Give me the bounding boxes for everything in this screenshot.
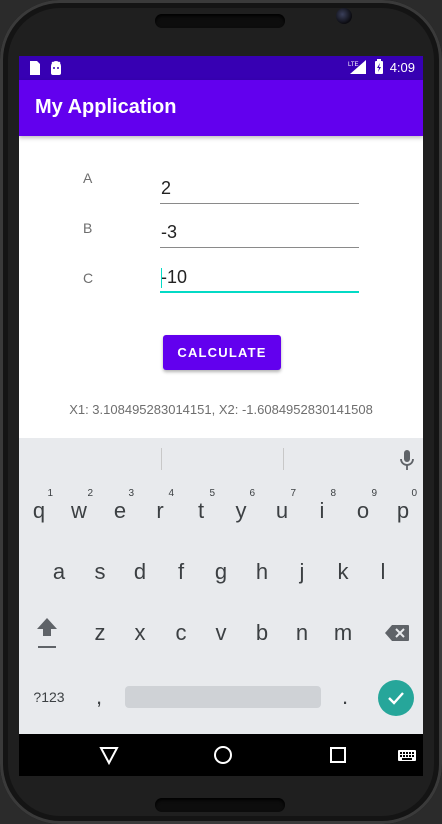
suggestion-divider (283, 448, 284, 470)
bottom-speaker (155, 798, 285, 812)
key-label: p (396, 498, 410, 523)
soft-keyboard: q1 w2 e3 r4 t5 y6 u7 i8 o9 p0 a s d f g … (19, 438, 423, 734)
key-hint: 6 (249, 488, 255, 499)
key-hint: 3 (128, 488, 134, 499)
key-i[interactable]: i8 (302, 486, 342, 536)
text-cursor (161, 268, 162, 288)
app-title: My Application (35, 96, 177, 118)
period-key[interactable]: . (325, 672, 365, 722)
field-label-c: C (83, 270, 94, 286)
key-label: u (275, 498, 289, 523)
key-q[interactable]: q1 (19, 486, 59, 536)
key-c[interactable]: c (161, 608, 201, 658)
key-hint: 5 (209, 488, 215, 499)
key-label: i (319, 498, 325, 523)
status-time: 4:09 (389, 59, 415, 75)
key-f[interactable]: f (161, 547, 201, 597)
status-bar: LTE 4:09 (19, 56, 423, 80)
key-w[interactable]: w2 (59, 486, 99, 536)
key-m[interactable]: m (323, 608, 363, 658)
keyboard-switch-icon[interactable] (397, 745, 417, 765)
key-label: e (113, 498, 127, 523)
key-u[interactable]: u7 (262, 486, 302, 536)
checkmark-icon (388, 692, 404, 705)
key-j[interactable]: j (282, 547, 322, 597)
battery-charging-icon (374, 59, 383, 74)
symbols-key[interactable]: ?123 (29, 672, 69, 722)
key-h[interactable]: h (242, 547, 282, 597)
microphone-icon[interactable] (399, 449, 415, 471)
key-label: t (197, 498, 205, 523)
front-camera (336, 8, 352, 24)
field-input-b[interactable]: -3 (160, 218, 359, 248)
key-hint: 1 (47, 488, 53, 499)
keyboard-suggestion-bar (19, 438, 423, 480)
key-n[interactable]: n (282, 608, 322, 658)
backspace-key[interactable] (377, 608, 417, 658)
key-s[interactable]: s (80, 547, 120, 597)
spacebar[interactable] (125, 686, 321, 708)
key-hint: 7 (290, 488, 296, 499)
key-r[interactable]: r4 (140, 486, 180, 536)
back-icon[interactable] (99, 745, 119, 765)
shift-icon (37, 618, 57, 648)
key-label: r (156, 498, 164, 523)
phone-frame: LTE 4:09 My Application A 2 B -3 C -10 C… (0, 0, 442, 824)
key-e[interactable]: e3 (100, 486, 140, 536)
key-hint: 4 (168, 488, 174, 499)
key-v[interactable]: v (201, 608, 241, 658)
key-label: w (71, 498, 87, 523)
field-input-c[interactable]: -10 (160, 263, 359, 293)
key-x[interactable]: x (120, 608, 160, 658)
calculate-button[interactable]: CALCULATE (163, 335, 281, 370)
app-bar: My Application (19, 80, 423, 136)
key-g[interactable]: g (201, 547, 241, 597)
shift-key[interactable] (27, 608, 67, 658)
key-b[interactable]: b (242, 608, 282, 658)
key-p[interactable]: p0 (383, 486, 423, 536)
key-hint: 9 (371, 488, 377, 499)
key-a[interactable]: a (39, 547, 79, 597)
android-debug-icon (51, 61, 61, 75)
field-label-a: A (83, 170, 93, 186)
field-label-b: B (83, 220, 93, 236)
home-icon[interactable] (213, 745, 233, 765)
key-y[interactable]: y6 (221, 486, 261, 536)
key-o[interactable]: o9 (343, 486, 383, 536)
enter-key[interactable] (378, 680, 414, 716)
key-label: q (32, 498, 46, 523)
key-label: y (235, 498, 247, 523)
key-d[interactable]: d (120, 547, 160, 597)
field-input-c-value: -10 (161, 267, 188, 287)
key-t[interactable]: t5 (181, 486, 221, 536)
key-label: o (356, 498, 370, 523)
key-z[interactable]: z (80, 608, 120, 658)
key-hint: 0 (411, 488, 417, 499)
suggestion-divider (161, 448, 162, 470)
sd-card-icon (30, 61, 40, 75)
network-type-label: LTE (348, 62, 359, 68)
key-l[interactable]: l (363, 547, 403, 597)
result-text: X1: 3.108495283014151, X2: -1.6084952830… (69, 402, 373, 417)
earpiece-speaker (155, 14, 285, 28)
signal-icon: LTE (348, 60, 366, 74)
recents-icon[interactable] (328, 745, 348, 765)
key-hint: 2 (87, 488, 93, 499)
key-k[interactable]: k (323, 547, 363, 597)
comma-key[interactable]: , (79, 672, 119, 722)
navigation-bar (19, 734, 423, 776)
field-input-a[interactable]: 2 (160, 174, 359, 204)
key-hint: 8 (330, 488, 336, 499)
device-screen: LTE 4:09 My Application A 2 B -3 C -10 C… (19, 56, 423, 776)
backspace-icon (385, 625, 409, 641)
